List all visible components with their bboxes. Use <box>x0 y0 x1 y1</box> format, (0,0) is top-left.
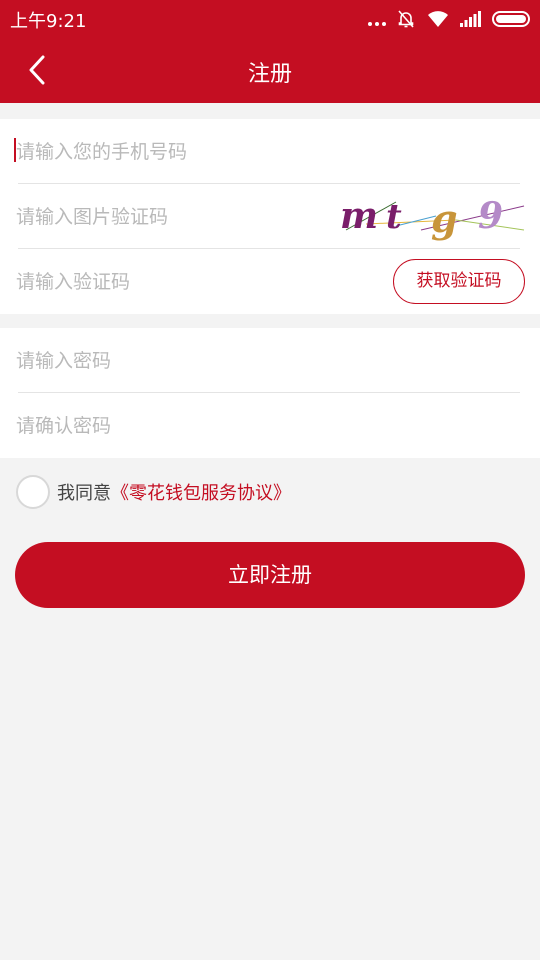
captcha-image[interactable]: m t g 9 <box>336 190 526 244</box>
more-dots-icon <box>368 12 386 26</box>
captcha-char: t <box>386 197 402 237</box>
signal-icon <box>460 11 481 27</box>
phone-row <box>0 119 540 184</box>
password-row <box>0 328 540 393</box>
password-card <box>0 328 540 458</box>
bell-off-icon <box>398 10 414 28</box>
status-time: 上午9:21 <box>10 11 87 32</box>
sms-code-row: 获取验证码 <box>0 249 540 314</box>
sms-code-input[interactable] <box>16 249 316 314</box>
wifi-icon <box>428 11 448 27</box>
battery-icon <box>492 11 530 27</box>
verification-card: m t g 9 获取验证码 <box>0 119 540 314</box>
agreement-prefix: 我同意 <box>57 483 111 504</box>
confirm-password-row <box>0 393 540 458</box>
nav-bar: 注册 <box>0 38 540 103</box>
image-code-row: m t g 9 <box>0 184 540 249</box>
register-button[interactable]: 立即注册 <box>15 542 525 608</box>
captcha-char: m <box>340 195 378 237</box>
agreement-link[interactable]: 《零花钱包服务协议》 <box>111 479 291 505</box>
page-title: 注册 <box>247 62 292 87</box>
status-icons <box>368 8 530 30</box>
phone-input[interactable] <box>16 119 316 184</box>
agreement-checkbox[interactable] <box>16 475 50 509</box>
status-bar: 上午9:21 <box>0 0 540 38</box>
agreement-row: 我同意 《零花钱包服务协议》 <box>16 474 526 510</box>
confirm-password-input[interactable] <box>16 393 316 458</box>
password-input[interactable] <box>16 328 316 393</box>
captcha-char: 9 <box>478 195 503 237</box>
image-code-input[interactable] <box>16 184 316 249</box>
get-code-button[interactable]: 获取验证码 <box>393 259 525 304</box>
captcha-char: g <box>431 196 458 241</box>
